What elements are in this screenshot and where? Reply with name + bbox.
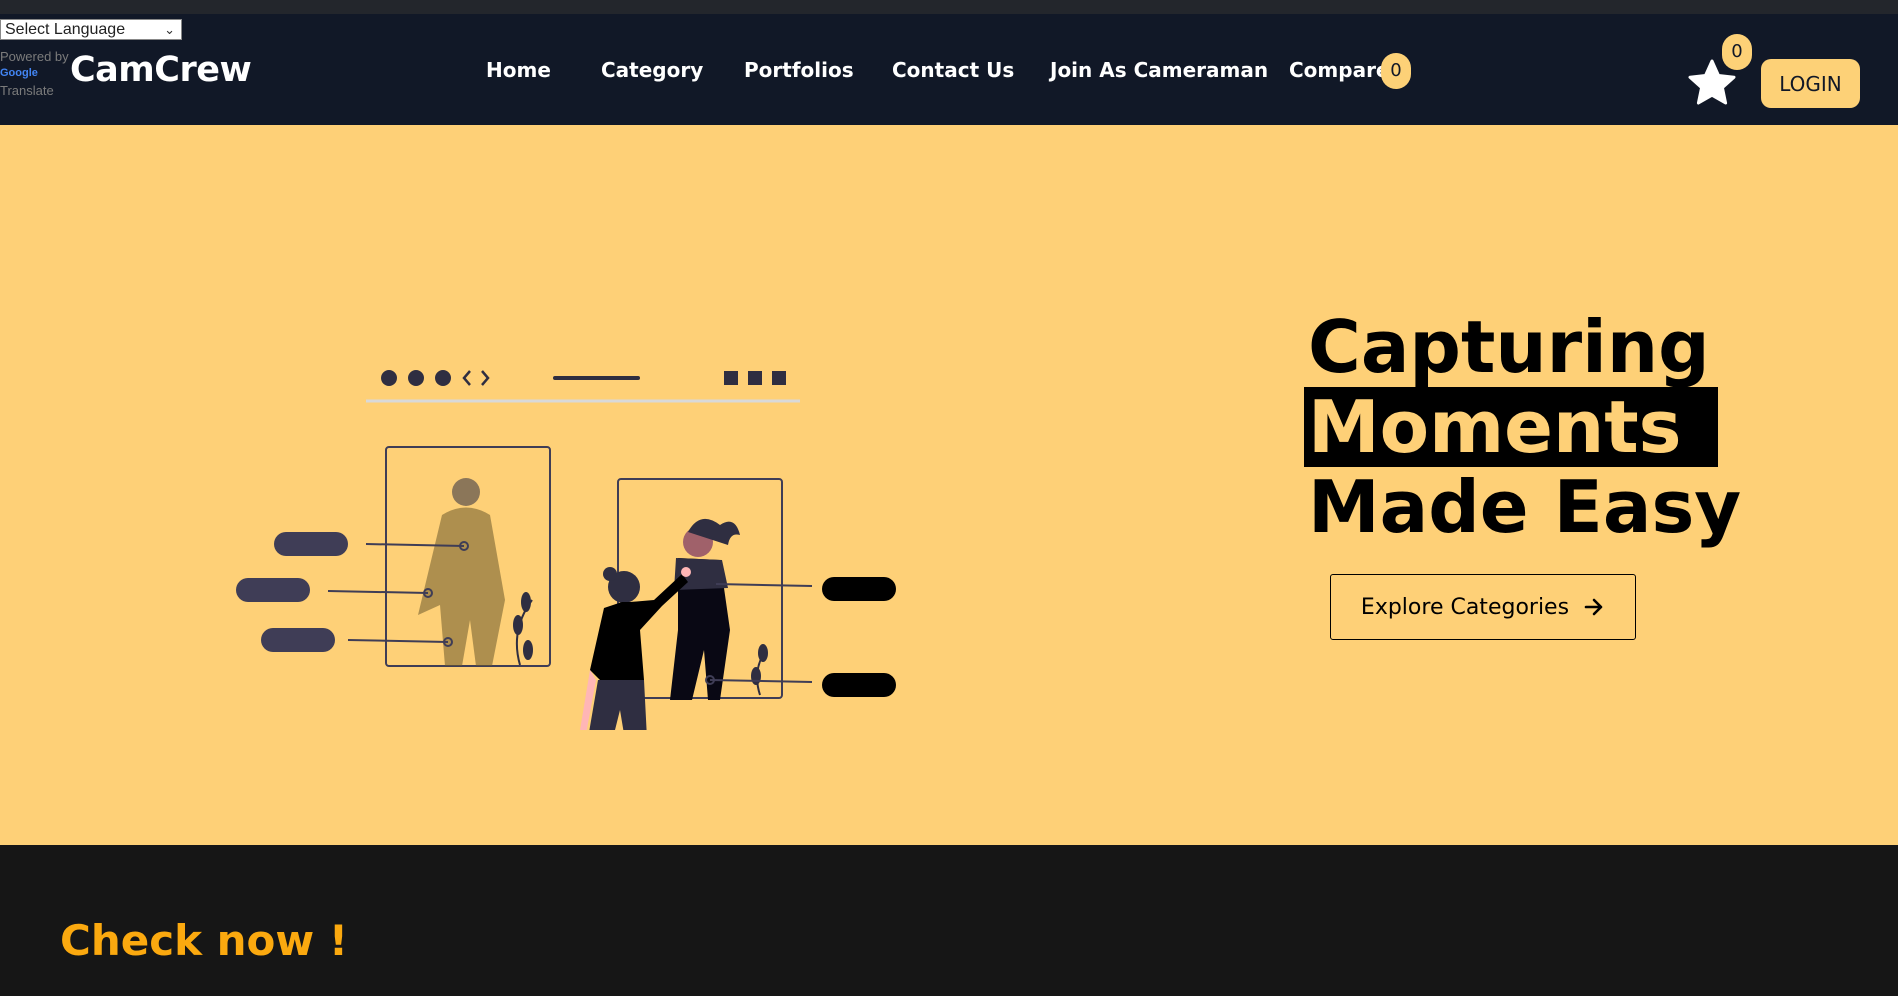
headline-line-1: Capturing xyxy=(1308,305,1710,389)
translate-text: Translate xyxy=(0,83,54,98)
favorites-count-badge: 0 xyxy=(1722,34,1752,70)
google-logo: Google xyxy=(0,67,38,79)
nav-join-as-cameraman[interactable]: Join As Cameraman xyxy=(1050,58,1268,82)
brand-logo[interactable]: CamCrew xyxy=(70,50,252,90)
hero-headline: Capturing Moments Made Easy xyxy=(1304,305,1742,549)
nav-category[interactable]: Category xyxy=(601,58,703,82)
section-title: Check now ! xyxy=(60,916,348,965)
nav-portfolios[interactable]: Portfolios xyxy=(744,58,854,82)
language-select[interactable]: Select Language ⌄ xyxy=(0,19,182,40)
browser-top-strip xyxy=(0,0,1898,14)
navbar: CamCrew Home Category Portfolios Contact… xyxy=(0,14,1898,125)
language-select-label: Select Language xyxy=(5,21,126,38)
nav-home[interactable]: Home xyxy=(486,58,551,82)
hero-illustration xyxy=(236,370,896,730)
arrow-right-icon xyxy=(1584,598,1603,616)
headline-line-2-highlight: Moments xyxy=(1304,387,1718,467)
compare-count-badge: 0 xyxy=(1381,53,1411,89)
hero-section: Capturing Moments Made Easy Explore Cate… xyxy=(0,125,1898,845)
nav-compare[interactable]: Compare xyxy=(1289,58,1390,82)
google-translate-attribution: Powered by Google Translate xyxy=(0,48,69,99)
login-button[interactable]: LOGIN xyxy=(1761,59,1860,108)
explore-categories-label: Explore Categories xyxy=(1360,594,1570,620)
nav-contact-us[interactable]: Contact Us xyxy=(892,58,1014,82)
headline-line-3: Made Easy xyxy=(1308,465,1742,549)
powered-by-text: Powered by xyxy=(0,49,69,64)
explore-categories-button[interactable]: Explore Categories xyxy=(1330,574,1636,640)
chevron-down-icon: ⌄ xyxy=(164,22,175,37)
